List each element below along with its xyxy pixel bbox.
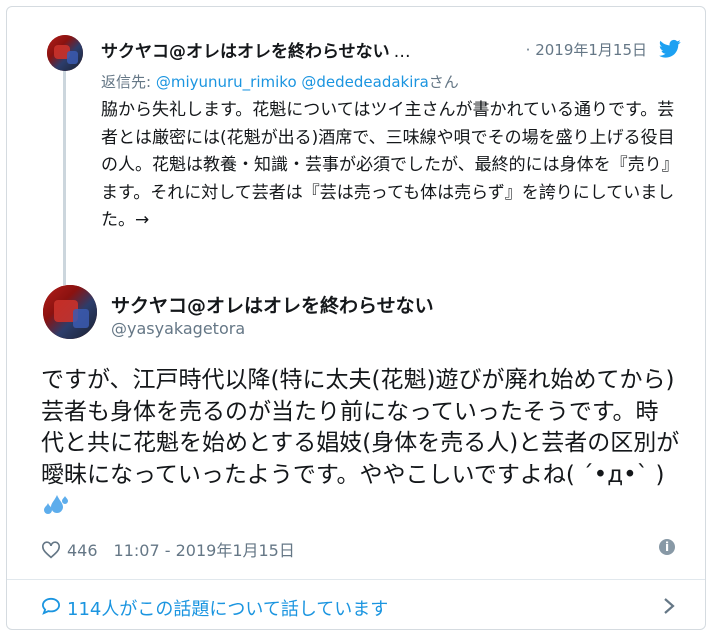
thread-connector-line [63,71,66,285]
tweet-metadata: 446 11:07 - 2019年1月15日 i [41,537,681,563]
main-tweet-text: ですが、江戸時代以降(特に太夫(花魁)遊びが廃れ始めてから)芸者も身体を売るのが… [41,365,681,523]
conversation-link[interactable]: 114人がこの話題について話しています [67,595,388,621]
twitter-bird-icon[interactable] [659,39,681,59]
reply-prefix: 返信先: [101,73,156,91]
embedded-tweet-card: サクヤコ@オレはオレを終わらせない… · 2019年1月15日 返信先: @mi… [6,6,706,630]
main-author-name[interactable]: サクヤコ@オレはオレを終わらせない [111,291,434,318]
parent-tweet-date[interactable]: · 2019年1月15日 [526,39,647,60]
speech-bubble-icon [41,597,61,615]
heart-icon[interactable] [41,541,61,559]
conversation-footer[interactable]: 114人がこの話題について話しています [7,580,705,629]
parent-author-name[interactable]: サクヤコ@オレはオレを終わらせない [101,42,390,62]
name-ellipsis: … [393,42,411,62]
main-tweet-body: ですが、江戸時代以降(特に太夫(花魁)遊びが廃れ始めてから)芸者も身体を売るのが… [41,367,680,488]
main-author-handle[interactable]: @yasyakagetora [111,319,245,338]
main-author-avatar[interactable] [43,285,97,339]
parent-tweet-header: サクヤコ@オレはオレを終わらせない… · 2019年1月15日 [101,37,685,62]
sweat-droplets-emoji [44,495,68,514]
tweet-timestamp[interactable]: 11:07 - 2019年1月15日 [114,541,295,560]
parent-tweet[interactable]: サクヤコ@オレはオレを終わらせない… · 2019年1月15日 返信先: @mi… [7,7,705,287]
parent-author-avatar[interactable] [47,35,83,71]
info-icon[interactable]: i [659,539,675,555]
reply-mentions[interactable]: @miyunuru_rimiko @dededeadakira [156,73,429,91]
parent-tweet-text: 脇から失礼します。花魁についてはツイ主さんが書かれている通りです。芸者とは厳密に… [101,100,679,231]
reply-suffix: さん [428,73,459,91]
reply-to-line: 返信先: @miyunuru_rimiko @dededeadakiraさん [101,71,459,92]
like-count[interactable]: 446 [67,541,98,560]
chevron-right-icon[interactable] [663,597,675,615]
